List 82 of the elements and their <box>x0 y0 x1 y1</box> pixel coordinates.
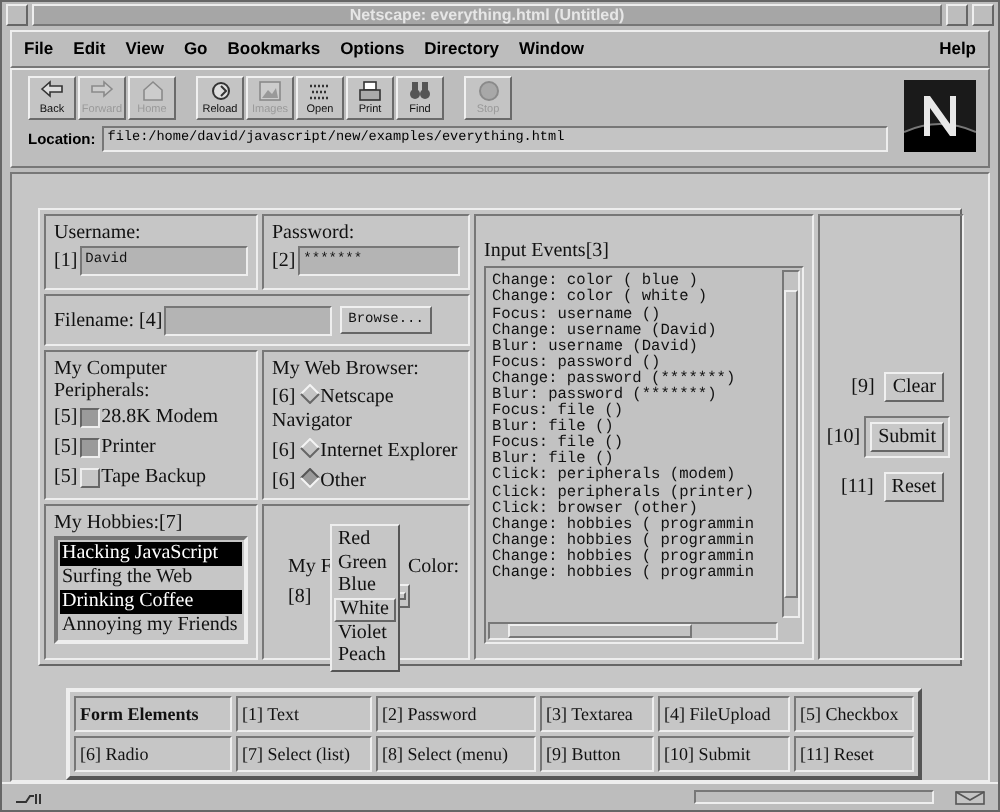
hobbies-label: My Hobbies:[7] <box>54 512 185 535</box>
table-cell: [6] Radio <box>74 736 232 773</box>
binoculars-icon <box>408 79 432 102</box>
checkbox[interactable] <box>79 437 100 458</box>
security-key-icon <box>14 789 46 806</box>
button-index: [9] <box>851 376 875 399</box>
checkbox-label: Tape Backup <box>101 466 207 489</box>
radio-option-text[interactable]: [6] Netscape Navigator <box>272 380 460 435</box>
forward-arrow-icon <box>90 79 114 98</box>
list-item[interactable]: Annoying my Friends <box>60 614 242 639</box>
events-label: Input Events[3] <box>484 240 611 263</box>
horizontal-scrollbar[interactable] <box>488 622 778 641</box>
field-index: [5] <box>54 436 78 459</box>
field-index: [5] <box>54 406 78 429</box>
window-menu-button[interactable] <box>6 4 28 26</box>
dropdown-option[interactable]: Violet <box>332 621 398 645</box>
menu-item[interactable]: Options <box>340 38 405 59</box>
maximize-button[interactable] <box>972 4 994 26</box>
list-item[interactable]: Surfing the Web <box>60 566 242 591</box>
table-cell: [7] Select (list) <box>236 736 372 773</box>
house-icon <box>141 79 163 102</box>
menu-item[interactable]: View <box>125 38 164 59</box>
button-index: [11] <box>840 476 874 499</box>
field-index: [2] <box>272 250 296 273</box>
field-index: [1] <box>54 250 78 273</box>
list-item[interactable]: Hacking JavaScript <box>60 542 242 567</box>
table-cell: [11] Reset <box>794 736 914 773</box>
hobbies-list[interactable]: Hacking JavaScript Surfing the Web Drinking Coffee Annoying my Friends <box>54 536 248 645</box>
table-cell: [10] Submit <box>658 736 790 773</box>
radio-button[interactable] <box>300 384 321 405</box>
table-cell: [2] Password <box>376 696 536 733</box>
radio-option-text[interactable]: [6] Internet Explorer <box>272 434 460 465</box>
form-button[interactable]: Clear <box>884 372 944 403</box>
checkbox[interactable] <box>79 407 100 428</box>
radio-button[interactable] <box>300 468 321 489</box>
back-arrow-icon <box>40 79 64 98</box>
dropdown-option[interactable]: Green <box>332 551 398 575</box>
radio-button[interactable] <box>300 438 321 459</box>
table-cell: [8] Select (menu) <box>376 736 536 773</box>
color-label-end: Color: <box>407 556 460 579</box>
table-cell: [3] Textarea <box>540 696 654 733</box>
table-cell: [5] Checkbox <box>794 696 914 733</box>
menu-item[interactable]: Edit <box>73 38 106 59</box>
field-index: [8] <box>288 585 312 608</box>
menu-item[interactable]: Window <box>519 38 584 59</box>
logo-icon <box>904 79 976 152</box>
dropdown-option[interactable]: White <box>334 597 396 622</box>
table-cell: Form Elements <box>74 696 232 733</box>
table-cell: [1] Text <box>236 696 372 733</box>
reload-icon <box>209 79 231 102</box>
mail-icon[interactable] <box>954 789 986 806</box>
menu-item[interactable]: File <box>24 38 54 59</box>
form-button[interactable]: Reset <box>883 472 944 503</box>
menu-item[interactable]: Bookmarks <box>227 38 321 59</box>
filename-label: Filename: [4] <box>54 309 163 332</box>
form-button[interactable]: Submit <box>870 422 944 453</box>
dropdown-option[interactable]: Blue <box>332 574 398 598</box>
username-label: Username: <box>54 222 143 245</box>
checkbox-label: Printer <box>101 436 156 459</box>
button-index: [10] <box>826 426 861 449</box>
menu-item[interactable]: Help <box>939 38 976 59</box>
vertical-scrollbar[interactable] <box>782 270 800 619</box>
table-cell: [4] FileUpload <box>658 696 790 733</box>
dropdown-option[interactable]: Peach <box>332 644 398 668</box>
peripherals-label: My Computer Peripherals: <box>54 358 169 403</box>
password-label: Password: <box>272 222 357 245</box>
printer-icon <box>358 79 382 102</box>
dropdown-option[interactable]: Red <box>332 528 398 552</box>
radio-option-text[interactable]: [6] Other <box>272 464 460 495</box>
stop-icon <box>477 79 499 102</box>
field-index: [5] <box>54 466 78 489</box>
window-title: Netscape: everything.html (Untitled) <box>32 4 942 26</box>
menu-item[interactable]: Directory <box>424 38 499 59</box>
checkbox-label: 28.8K Modem <box>101 406 219 429</box>
picture-icon <box>258 79 282 102</box>
filename-field[interactable] <box>164 305 333 336</box>
menu-item[interactable]: Go <box>183 38 208 59</box>
browser-label: My Web Browser: <box>272 358 421 381</box>
events-textarea[interactable] <box>484 266 804 645</box>
minimize-button[interactable] <box>946 4 968 26</box>
table-cell: [9] Button <box>540 736 654 773</box>
list-item[interactable]: Drinking Coffee <box>60 590 242 615</box>
